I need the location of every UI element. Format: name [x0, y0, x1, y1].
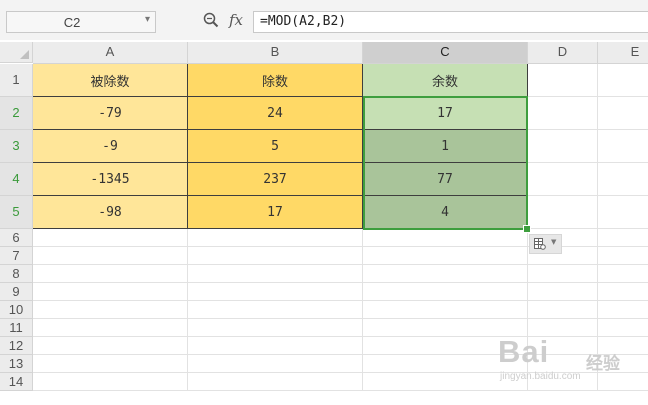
- cell-e6[interactable]: [598, 229, 648, 247]
- cell-a6[interactable]: [33, 229, 188, 247]
- cell-d10[interactable]: [528, 301, 598, 319]
- cell-b7[interactable]: [188, 247, 363, 265]
- row-header-14[interactable]: 14: [0, 373, 33, 391]
- cell-a14[interactable]: [33, 373, 188, 391]
- cell-a3[interactable]: -9: [33, 130, 188, 163]
- column-header-d[interactable]: D: [528, 42, 598, 64]
- cell-e4[interactable]: [598, 163, 648, 196]
- cell-e9[interactable]: [598, 283, 648, 301]
- formula-input[interactable]: =MOD(A2,B2): [253, 11, 648, 33]
- cell-d9[interactable]: [528, 283, 598, 301]
- column-header-c[interactable]: C: [363, 42, 528, 64]
- cell-e2[interactable]: [598, 97, 648, 130]
- watermark-suffix: 经验: [586, 354, 620, 373]
- cell-b8[interactable]: [188, 265, 363, 283]
- cell-e5[interactable]: [598, 196, 648, 229]
- row-header-10[interactable]: 10: [0, 301, 33, 319]
- cell-c4[interactable]: 77: [363, 163, 528, 196]
- cell-c8[interactable]: [363, 265, 528, 283]
- cell-e10[interactable]: [598, 301, 648, 319]
- column-header-a[interactable]: A: [33, 42, 188, 64]
- cell-c6[interactable]: [363, 229, 528, 247]
- cell-b10[interactable]: [188, 301, 363, 319]
- cell-e8[interactable]: [598, 265, 648, 283]
- cell-e7[interactable]: [598, 247, 648, 265]
- cell-b1[interactable]: 除数: [188, 64, 363, 97]
- cell-b4[interactable]: 237: [188, 163, 363, 196]
- cell-e1[interactable]: [598, 64, 648, 97]
- chevron-down-icon: ▼: [551, 238, 557, 246]
- quick-analysis-icon: [534, 238, 546, 250]
- cell-c3[interactable]: 1: [363, 130, 528, 163]
- cell-a7[interactable]: [33, 247, 188, 265]
- cell-d5[interactable]: [528, 196, 598, 229]
- cell-a1[interactable]: 被除数: [33, 64, 188, 97]
- row-header-9[interactable]: 9: [0, 283, 33, 301]
- row-header-8[interactable]: 8: [0, 265, 33, 283]
- zoom-icon[interactable]: [203, 12, 219, 28]
- cell-b14[interactable]: [188, 373, 363, 391]
- cell-b12[interactable]: [188, 337, 363, 355]
- cell-c5[interactable]: 4: [363, 196, 528, 229]
- row-header-2[interactable]: 2: [0, 97, 33, 130]
- cell-b13[interactable]: [188, 355, 363, 373]
- cell-c7[interactable]: [363, 247, 528, 265]
- cell-c9[interactable]: [363, 283, 528, 301]
- fill-handle[interactable]: [523, 225, 531, 233]
- cell-a8[interactable]: [33, 265, 188, 283]
- fx-icon[interactable]: fx: [229, 11, 243, 29]
- row-header-6[interactable]: 6: [0, 229, 33, 247]
- cell-a10[interactable]: [33, 301, 188, 319]
- cell-b2[interactable]: 24: [188, 97, 363, 130]
- cell-b6[interactable]: [188, 229, 363, 247]
- cell-a9[interactable]: [33, 283, 188, 301]
- watermark-url: jingyan.baidu.com: [500, 371, 581, 382]
- row-header-1[interactable]: 1: [0, 64, 33, 97]
- row-header-7[interactable]: 7: [0, 247, 33, 265]
- row-header-12[interactable]: 12: [0, 337, 33, 355]
- name-box[interactable]: C2 ▾: [6, 11, 156, 33]
- cell-a11[interactable]: [33, 319, 188, 337]
- cell-d4[interactable]: [528, 163, 598, 196]
- cell-b11[interactable]: [188, 319, 363, 337]
- watermark-brand: Bai: [498, 334, 550, 369]
- row-header-3[interactable]: 3: [0, 130, 33, 163]
- cell-b9[interactable]: [188, 283, 363, 301]
- row-header-11[interactable]: 11: [0, 319, 33, 337]
- cell-d1[interactable]: [528, 64, 598, 97]
- cell-b5[interactable]: 17: [188, 196, 363, 229]
- quick-analysis-button[interactable]: ▼: [529, 234, 562, 254]
- cell-a4[interactable]: -1345: [33, 163, 188, 196]
- chevron-down-icon[interactable]: ▾: [145, 14, 150, 25]
- column-header-b[interactable]: B: [188, 42, 363, 64]
- column-header-e[interactable]: E: [598, 42, 648, 64]
- watermark: Bai 经验 jingyan.baidu.com: [498, 334, 648, 389]
- cell-e3[interactable]: [598, 130, 648, 163]
- cell-a12[interactable]: [33, 337, 188, 355]
- cell-c2[interactable]: 17: [363, 97, 528, 130]
- row-header-4[interactable]: 4: [0, 163, 33, 196]
- cell-d3[interactable]: [528, 130, 598, 163]
- cell-c1[interactable]: 余数: [363, 64, 528, 97]
- cell-b3[interactable]: 5: [188, 130, 363, 163]
- cell-d2[interactable]: [528, 97, 598, 130]
- cell-a2[interactable]: -79: [33, 97, 188, 130]
- cell-a13[interactable]: [33, 355, 188, 373]
- cell-a5[interactable]: -98: [33, 196, 188, 229]
- row-header-5[interactable]: 5: [0, 196, 33, 229]
- cell-d8[interactable]: [528, 265, 598, 283]
- name-box-value: C2: [63, 15, 81, 30]
- row-header-13[interactable]: 13: [0, 355, 33, 373]
- select-all-corner[interactable]: [0, 42, 33, 63]
- formula-bar-area: C2 ▾ fx =MOD(A2,B2): [0, 0, 648, 40]
- cell-c10[interactable]: [363, 301, 528, 319]
